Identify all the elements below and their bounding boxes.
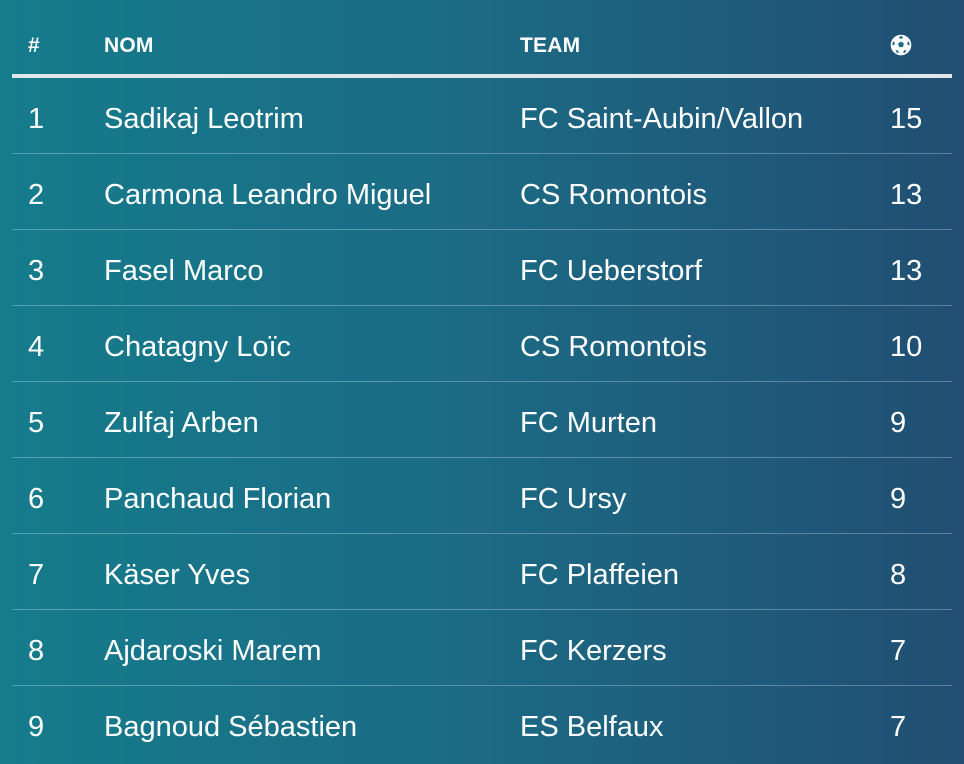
table-row: 8 Ajdaroski Marem FC Kerzers 7 <box>12 610 952 686</box>
header-rank: # <box>28 34 40 57</box>
row-rank: 1 <box>28 103 45 135</box>
row-rank: 3 <box>28 255 45 287</box>
row-team: FC Plaffeien <box>520 559 680 591</box>
row-rank: 9 <box>28 711 45 743</box>
row-goals: 10 <box>890 331 923 363</box>
row-player-name: Bagnoud Sébastien <box>104 711 358 743</box>
row-rank: 2 <box>28 179 45 211</box>
row-goals: 13 <box>890 255 923 287</box>
table-header: # NOM TEAM <box>12 0 952 78</box>
row-team: ES Belfaux <box>520 711 664 743</box>
row-goals: 9 <box>890 407 907 439</box>
row-player-name: Carmona Leandro Miguel <box>104 179 432 211</box>
table-row: 4 Chatagny Loïc CS Romontois 10 <box>12 306 952 382</box>
scorers-table: # NOM TEAM 1 Sadikaj Leotrim FC Saint-Aubi… <box>12 0 952 762</box>
row-team: CS Romontois <box>520 331 707 363</box>
row-team: FC Ursy <box>520 483 627 515</box>
row-rank: 4 <box>28 331 45 363</box>
row-rank: 6 <box>28 483 45 515</box>
header-team: TEAM <box>520 34 581 57</box>
row-team: FC Murten <box>520 407 657 439</box>
table-row: 1 Sadikaj Leotrim FC Saint-Aubin/Vallon 15 <box>12 78 952 154</box>
table-row: 2 Carmona Leandro Miguel CS Romontois 13 <box>12 154 952 230</box>
soccer-ball-icon <box>890 34 912 56</box>
row-player-name: Fasel Marco <box>104 255 264 287</box>
row-player-name: Panchaud Florian <box>104 483 332 515</box>
table-row: 9 Bagnoud Sébastien ES Belfaux 7 <box>12 686 952 762</box>
table-row: 3 Fasel Marco FC Ueberstorf 13 <box>12 230 952 306</box>
row-player-name: Zulfaj Arben <box>104 407 259 439</box>
row-goals: 8 <box>890 559 907 591</box>
row-team: FC Ueberstorf <box>520 255 703 287</box>
row-rank: 7 <box>28 559 45 591</box>
row-goals: 13 <box>890 179 923 211</box>
row-team: FC Kerzers <box>520 635 667 667</box>
table-row: 5 Zulfaj Arben FC Murten 9 <box>12 382 952 458</box>
row-rank: 8 <box>28 635 45 667</box>
row-team: CS Romontois <box>520 179 707 211</box>
row-player-name: Käser Yves <box>104 559 251 591</box>
row-player-name: Ajdaroski Marem <box>104 635 322 667</box>
row-goals: 7 <box>890 635 907 667</box>
row-player-name: Chatagny Loïc <box>104 331 292 363</box>
row-player-name: Sadikaj Leotrim <box>104 103 304 135</box>
row-goals: 9 <box>890 483 907 515</box>
header-name: NOM <box>104 34 154 57</box>
row-team: FC Saint-Aubin/Vallon <box>520 103 804 135</box>
row-rank: 5 <box>28 407 45 439</box>
row-goals: 15 <box>890 103 923 135</box>
table-row: 6 Panchaud Florian FC Ursy 9 <box>12 458 952 534</box>
table-row: 7 Käser Yves FC Plaffeien 8 <box>12 534 952 610</box>
row-goals: 7 <box>890 711 907 743</box>
